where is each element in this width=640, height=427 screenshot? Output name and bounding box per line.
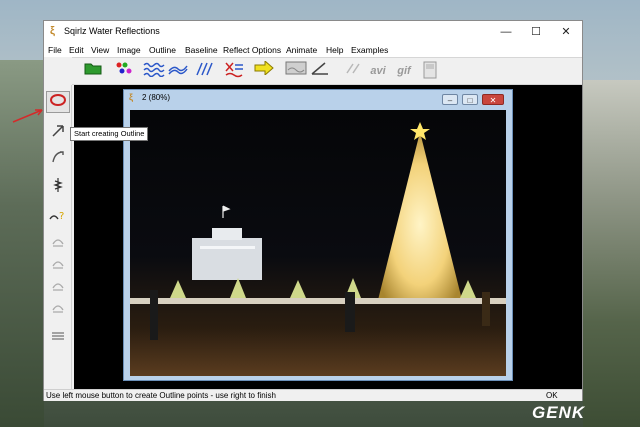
- menu-animate[interactable]: Animate: [286, 45, 317, 55]
- image-child-window: ξ 2 (80%) – □ ✕: [123, 89, 513, 381]
- annotation-arrow-icon: [12, 109, 43, 123]
- app-icon: ξ: [50, 25, 55, 37]
- baseline-tool-icon-1: [46, 233, 70, 255]
- gif-export-button[interactable]: gif: [392, 61, 416, 81]
- baseline-tool-icon-4: [46, 299, 70, 321]
- child-restore-button[interactable]: □: [462, 94, 478, 105]
- svg-text:?: ?: [59, 211, 64, 222]
- outline-ellipse-icon[interactable]: [46, 91, 70, 113]
- baseline-help-icon[interactable]: ?: [46, 209, 70, 231]
- close-button[interactable]: ✕: [552, 21, 580, 43]
- water-ripple-icon[interactable]: [142, 61, 166, 81]
- toolbar: avi gif: [72, 57, 582, 85]
- window-title: Sqirlz Water Reflections: [64, 26, 160, 36]
- menu-image[interactable]: Image: [117, 45, 141, 55]
- menu-baseline[interactable]: Baseline: [185, 45, 218, 55]
- maximize-button[interactable]: ☐: [522, 21, 550, 43]
- status-bar: Use left mouse button to create Outline …: [44, 389, 582, 401]
- water-lines-icon[interactable]: [46, 327, 70, 349]
- reflect-icon[interactable]: [222, 61, 246, 81]
- child-close-button[interactable]: ✕: [482, 94, 504, 105]
- background-mountain-right: [583, 80, 640, 427]
- watermark-logo: GENK: [532, 403, 586, 422]
- save-frame-icon[interactable]: [418, 61, 442, 81]
- status-message: Use left mouse button to create Outline …: [46, 391, 276, 400]
- wave-lines-icon[interactable]: [166, 61, 190, 81]
- menu-outline[interactable]: Outline: [149, 45, 176, 55]
- menu-bar: File Edit View Image Outline Baseline Re…: [44, 43, 582, 57]
- child-window-title: 2 (80%): [142, 93, 171, 102]
- zigzag-tool-icon[interactable]: [46, 177, 70, 199]
- baseline-tool-icon-2: [46, 255, 70, 277]
- disabled-lines-icon: [342, 61, 366, 81]
- minimize-button[interactable]: —: [492, 21, 520, 43]
- title-bar: ξ Sqirlz Water Reflections — ☐ ✕: [44, 21, 582, 43]
- color-dots-icon[interactable]: [112, 61, 136, 81]
- pointer-arrow-icon[interactable]: [46, 123, 70, 145]
- avi-export-button[interactable]: avi: [366, 61, 390, 81]
- tool-sidebar: ?: [44, 85, 72, 389]
- tooltip: Start creating Outline: [70, 127, 149, 141]
- menu-file[interactable]: File: [48, 45, 62, 55]
- menu-view[interactable]: View: [91, 45, 109, 55]
- menu-examples[interactable]: Examples: [351, 45, 388, 55]
- angle-icon[interactable]: [308, 61, 332, 81]
- menu-reflect-options[interactable]: Reflect Options: [223, 45, 281, 55]
- open-folder-icon[interactable]: [81, 61, 105, 81]
- image-frame-icon[interactable]: [284, 61, 308, 81]
- menu-edit[interactable]: Edit: [69, 45, 84, 55]
- baseline-tool-icon-3: [46, 277, 70, 299]
- curve-tool-icon[interactable]: [46, 149, 70, 171]
- menu-help[interactable]: Help: [326, 45, 343, 55]
- christmas-tree-photo[interactable]: [130, 110, 506, 376]
- diagonal-lines-icon[interactable]: [192, 61, 216, 81]
- child-minimize-button[interactable]: –: [442, 94, 458, 105]
- status-ok: OK: [546, 391, 558, 400]
- child-app-icon: ξ: [129, 92, 134, 102]
- arrow-right-icon[interactable]: [252, 59, 276, 81]
